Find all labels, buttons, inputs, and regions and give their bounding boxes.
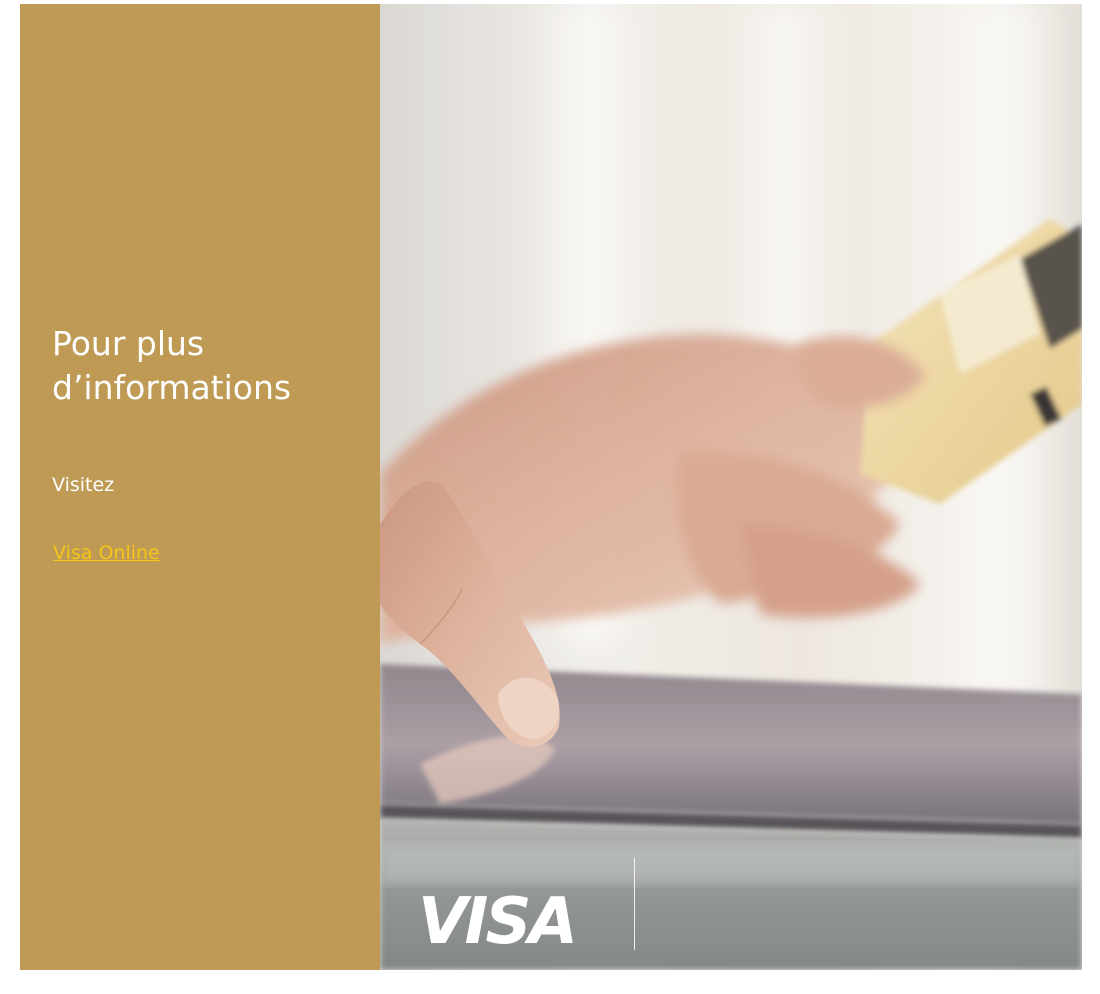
visa-logo-icon: VISA [418, 885, 578, 953]
info-heading-line1: Pour plus [52, 324, 205, 363]
info-heading-line2: d’informations [52, 368, 292, 407]
info-panel: Pour plus d’informations Visitez Visa On… [20, 4, 380, 970]
visit-label: Visitez [52, 474, 115, 496]
visa-online-link[interactable]: Visa Online [53, 540, 160, 566]
hand-card-tablet-photo-icon [380, 4, 1082, 970]
logo-divider [634, 858, 635, 950]
info-heading: Pour plus d’informations [52, 322, 372, 410]
page: Pour plus d’informations Visitez Visa On… [0, 0, 1100, 994]
hero-photo [380, 4, 1082, 970]
visa-logo-text: VISA [418, 885, 575, 953]
